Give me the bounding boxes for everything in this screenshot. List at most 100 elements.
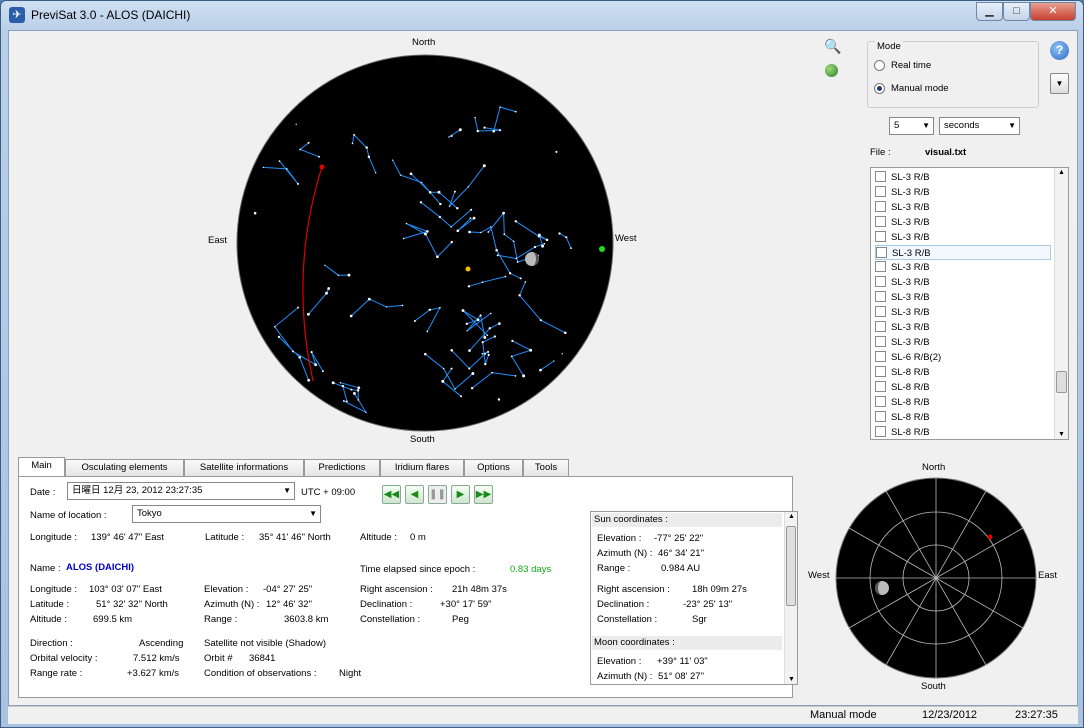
list-item[interactable]: SL-3 R/B xyxy=(875,275,1051,290)
tab-satellite-informations[interactable]: Satellite informations xyxy=(184,459,304,476)
checkbox[interactable] xyxy=(875,170,886,182)
tab-iridium-flares[interactable]: Iridium flares xyxy=(380,459,464,476)
satellite-list[interactable]: SL-3 R/B SL-3 R/B SL-3 R/B SL-3 R/B SL-3 R/B… xyxy=(870,167,1069,440)
star xyxy=(499,129,502,132)
green-marker xyxy=(599,246,605,252)
satellite-marker[interactable] xyxy=(319,164,325,170)
sun-range-label: Range : xyxy=(597,563,631,574)
checkbox[interactable] xyxy=(875,290,886,302)
list-item[interactable]: SL-8 R/B xyxy=(875,425,1051,439)
manual-mode-radio[interactable]: Manual mode xyxy=(874,83,949,94)
checkbox[interactable] xyxy=(875,335,886,347)
checkbox[interactable] xyxy=(875,410,886,422)
radar-map[interactable] xyxy=(833,475,1039,681)
star xyxy=(458,128,462,132)
star xyxy=(483,335,487,339)
globe-icon[interactable] xyxy=(825,64,838,77)
list-item[interactable]: SL-3 R/B xyxy=(875,215,1051,230)
tab-main[interactable]: Main xyxy=(18,457,65,477)
list-item[interactable]: SL-3 R/B xyxy=(875,200,1051,215)
star xyxy=(561,353,563,355)
list-item[interactable]: SL-6 R/B(2) xyxy=(875,350,1051,365)
star xyxy=(436,255,439,259)
help-icon[interactable]: ? xyxy=(1050,41,1069,60)
date-time-picker[interactable]: 日曜日 12月 23, 2012 23:27:35 ▼ xyxy=(67,482,295,500)
scroll-up-icon[interactable]: ▲ xyxy=(1058,169,1065,176)
step-forward-button[interactable]: ▶ xyxy=(451,485,470,504)
list-item[interactable]: SL-3 R/B xyxy=(875,185,1051,200)
checkbox[interactable] xyxy=(875,185,886,197)
checkbox[interactable] xyxy=(875,425,886,437)
star xyxy=(409,172,413,176)
obs-latitude-value: 35° 41' 46" North xyxy=(259,532,331,543)
maximize-button[interactable]: □ xyxy=(1003,2,1030,21)
list-item[interactable]: SL-8 R/B xyxy=(875,395,1051,410)
list-item[interactable]: SL-8 R/B xyxy=(875,365,1051,380)
real-time-label: Real time xyxy=(891,60,932,72)
list-item[interactable]: SL-3 R/B xyxy=(875,170,1051,185)
tab-predictions[interactable]: Predictions xyxy=(304,459,380,476)
status-time: 23:27:35 xyxy=(1015,709,1058,721)
list-item[interactable]: SL-3 R/B xyxy=(875,320,1051,335)
checkbox[interactable] xyxy=(875,200,886,212)
radar-satellite-marker[interactable] xyxy=(987,534,993,540)
star xyxy=(307,141,310,144)
manual-mode-label: Manual mode xyxy=(891,83,949,95)
checkbox[interactable] xyxy=(875,320,886,332)
checkbox[interactable] xyxy=(875,275,886,287)
star xyxy=(424,232,427,236)
checkbox[interactable] xyxy=(875,380,886,392)
sun-moon-panel[interactable]: Sun coordinates : Elevation : -77° 25' 2… xyxy=(590,511,798,685)
scroll-thumb[interactable] xyxy=(1056,371,1067,393)
minimize-button[interactable]: ▁ xyxy=(976,2,1003,21)
star xyxy=(492,130,495,133)
star xyxy=(480,231,482,234)
checkbox[interactable] xyxy=(875,365,886,377)
scroll-thumb[interactable] xyxy=(786,526,796,606)
moon-section-title: Moon coordinates : xyxy=(592,636,782,650)
checkbox[interactable] xyxy=(875,230,886,242)
list-scrollbar[interactable]: ▲ ▼ xyxy=(1054,168,1068,439)
scroll-down-icon[interactable]: ▼ xyxy=(788,676,795,683)
constellation-value: Peg xyxy=(452,614,469,625)
checkbox[interactable] xyxy=(875,215,886,227)
step-unit-select[interactable]: seconds ▼ xyxy=(939,117,1020,135)
step-value-select[interactable]: 5 ▼ xyxy=(889,117,934,135)
tab-tools[interactable]: Tools xyxy=(523,459,569,476)
location-select[interactable]: Tokyo ▼ xyxy=(132,505,321,523)
checkbox[interactable] xyxy=(875,395,886,407)
pause-button[interactable]: ❚❚ xyxy=(428,485,447,504)
zoom-icon[interactable]: 🔍 xyxy=(824,38,841,55)
tab-osculating-elements[interactable]: Osculating elements xyxy=(65,459,184,476)
checkbox[interactable] xyxy=(875,305,886,317)
scroll-down-icon[interactable]: ▼ xyxy=(1058,431,1065,438)
moon-azimuth-label: Azimuth (N) : xyxy=(597,671,653,682)
checkbox[interactable] xyxy=(875,350,886,362)
step-back-button[interactable]: ◀ xyxy=(405,485,424,504)
moon-elevation-value: +39° 11' 03" xyxy=(657,656,708,667)
list-item[interactable]: SL-3 R/B xyxy=(875,230,1051,245)
rewind-fast-button[interactable]: ◀◀ xyxy=(382,485,401,504)
radar-south-label: South xyxy=(921,681,946,692)
list-item[interactable]: SL-8 R/B xyxy=(875,380,1051,395)
list-item[interactable]: SL-3 R/B xyxy=(875,245,1051,260)
sky-map[interactable] xyxy=(233,51,617,435)
checkbox[interactable] xyxy=(875,260,886,272)
scroll-up-icon[interactable]: ▲ xyxy=(788,513,795,520)
real-time-radio[interactable]: Real time xyxy=(874,60,931,71)
list-item[interactable]: SL-3 R/B xyxy=(875,260,1051,275)
list-item[interactable]: SL-3 R/B xyxy=(875,290,1051,305)
sun-panel-scrollbar[interactable]: ▲ ▼ xyxy=(784,512,797,684)
list-item[interactable]: SL-3 R/B xyxy=(875,305,1051,320)
star xyxy=(456,229,460,233)
forward-fast-button[interactable]: ▶▶ xyxy=(474,485,493,504)
star xyxy=(286,168,288,170)
satellite-name: SL-3 R/B xyxy=(891,202,930,213)
list-item[interactable]: SL-8 R/B xyxy=(875,410,1051,425)
list-item[interactable]: SL-3 R/B xyxy=(875,335,1051,350)
tab-options[interactable]: Options xyxy=(464,459,523,476)
sat-name: ALOS (DAICHI) xyxy=(66,562,135,573)
checkbox[interactable] xyxy=(876,246,887,258)
close-button[interactable]: ✕ xyxy=(1030,2,1076,21)
menu-dropdown-button[interactable]: ▼ xyxy=(1050,73,1069,94)
